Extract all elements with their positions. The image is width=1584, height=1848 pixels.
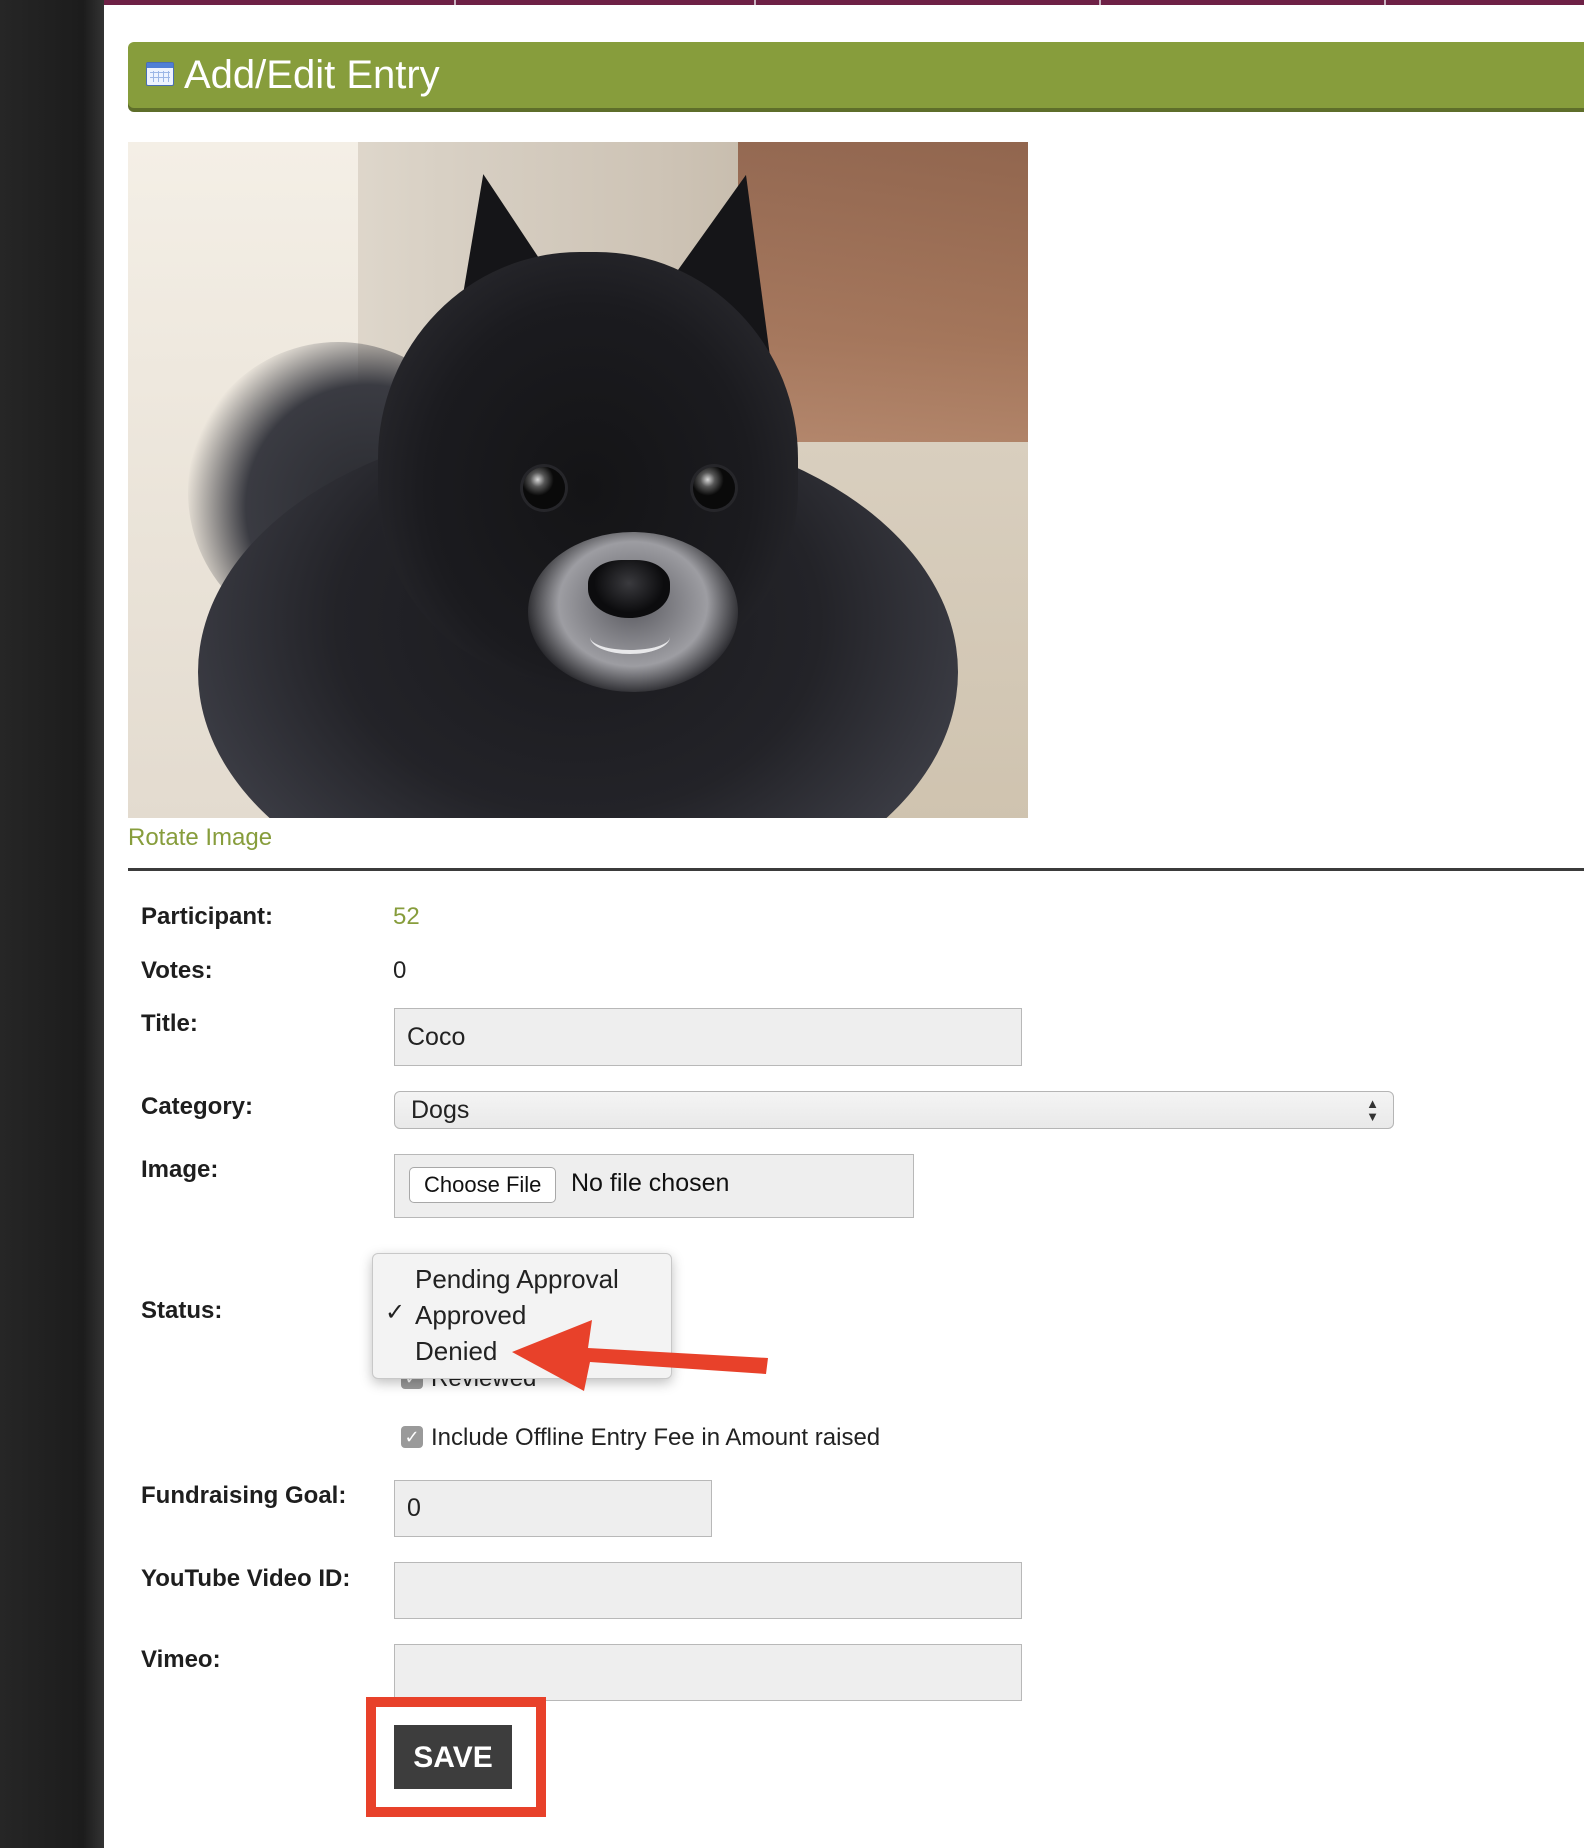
participant-link[interactable]: 52 bbox=[393, 903, 420, 931]
status-label: Status: bbox=[141, 1297, 223, 1324]
status-option-approved[interactable]: Approved bbox=[415, 1300, 526, 1331]
title-label: Title: bbox=[141, 1010, 198, 1037]
youtube-input[interactable] bbox=[394, 1562, 1022, 1619]
calendar-icon bbox=[146, 62, 174, 86]
left-sidebar-dark bbox=[0, 0, 104, 1848]
nav-divider bbox=[754, 0, 756, 5]
fundraising-goal-input[interactable] bbox=[394, 1480, 712, 1537]
page-title: Add/Edit Entry bbox=[184, 53, 440, 97]
save-button[interactable]: SAVE bbox=[394, 1725, 512, 1789]
votes-label: Votes: bbox=[141, 957, 213, 984]
image-label: Image: bbox=[141, 1156, 219, 1183]
status-option-denied[interactable]: Denied bbox=[415, 1336, 497, 1367]
status-dropdown-menu[interactable]: Pending Approval ✓ Approved Denied bbox=[372, 1253, 672, 1379]
vimeo-label: Vimeo: bbox=[141, 1646, 221, 1673]
category-selected-value: Dogs bbox=[411, 1096, 470, 1124]
youtube-label: YouTube Video ID: bbox=[141, 1565, 351, 1592]
page-header: Add/Edit Entry bbox=[128, 42, 1584, 108]
select-arrows-icon: ▲ ▼ bbox=[1366, 1096, 1379, 1124]
choose-file-button[interactable]: Choose File bbox=[409, 1167, 557, 1203]
votes-value: 0 bbox=[393, 957, 407, 984]
participant-label: Participant: bbox=[141, 903, 274, 930]
top-nav-strip bbox=[104, 0, 1584, 5]
section-divider bbox=[128, 868, 1584, 871]
nav-divider bbox=[1384, 0, 1386, 5]
status-option-pending[interactable]: Pending Approval bbox=[415, 1264, 619, 1295]
offline-fee-checkbox[interactable]: ✓ bbox=[401, 1426, 423, 1448]
title-input[interactable] bbox=[394, 1008, 1022, 1066]
nav-divider bbox=[454, 0, 456, 5]
entry-photo bbox=[128, 142, 1028, 818]
rotate-image-link[interactable]: Rotate Image bbox=[128, 824, 272, 852]
category-label: Category: bbox=[141, 1093, 254, 1120]
file-status-text: No file chosen bbox=[571, 1169, 730, 1197]
checkmark-icon: ✓ bbox=[385, 1299, 406, 1326]
image-file-input[interactable]: Choose File No file chosen bbox=[394, 1154, 914, 1218]
fundraising-goal-label: Fundraising Goal: bbox=[141, 1482, 347, 1509]
offline-fee-label: Include Offline Entry Fee in Amount rais… bbox=[431, 1424, 881, 1451]
nav-divider bbox=[1099, 0, 1101, 5]
category-select[interactable]: Dogs ▲ ▼ bbox=[394, 1091, 1394, 1129]
vimeo-input[interactable] bbox=[394, 1644, 1022, 1701]
